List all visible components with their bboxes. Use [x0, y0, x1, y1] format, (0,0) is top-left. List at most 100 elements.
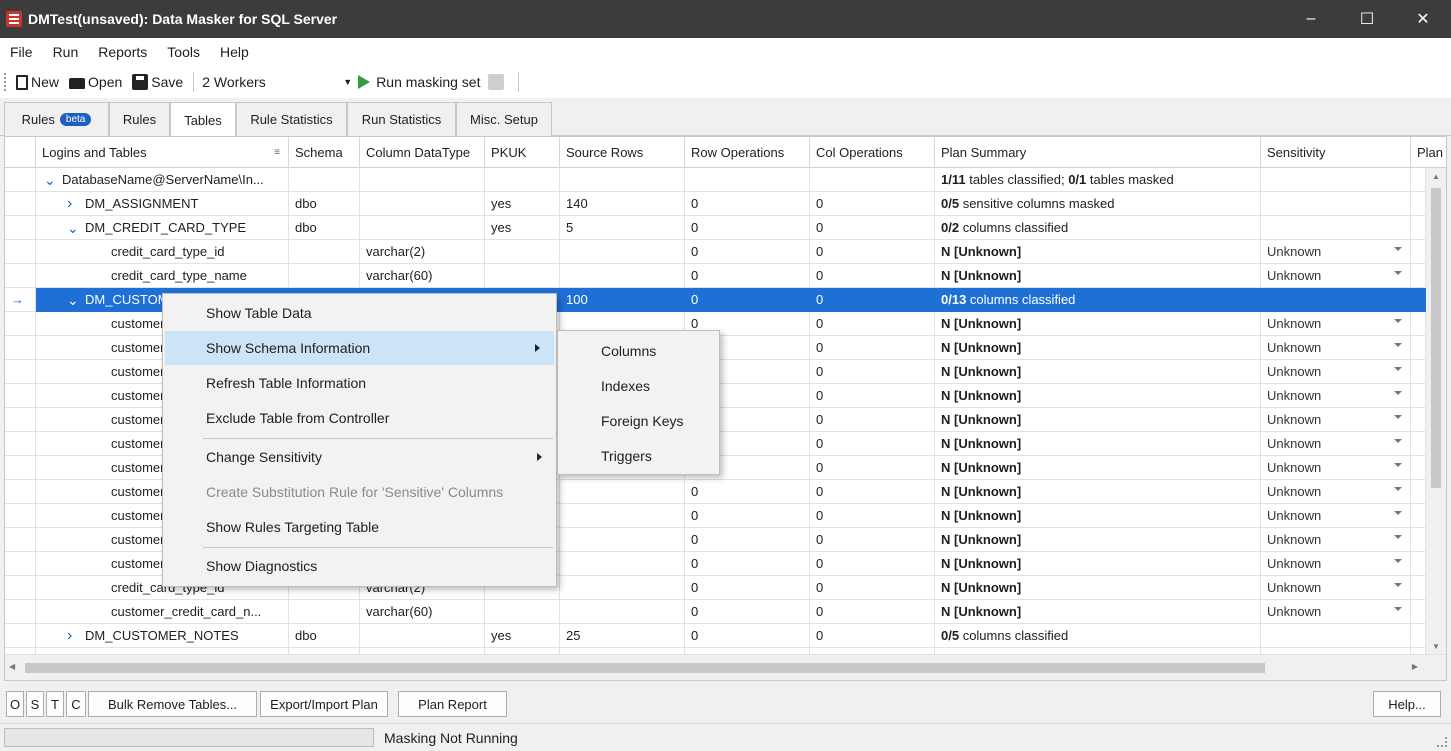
o-button[interactable]: O	[6, 691, 24, 717]
collapse-chevron-icon[interactable]: ⌄	[44, 173, 56, 187]
table-row[interactable]: credit_card_type_id varchar(2) 0 0 N [Unknow…	[5, 240, 1426, 264]
cell-sensitivity[interactable]: Unknown	[1261, 384, 1411, 408]
table-row[interactable]: › DM_CUSTOMER_NOTES dbo yes 25 0 0 0/5 columns …	[5, 624, 1426, 648]
table-row[interactable]: › DM_ASSIGNMENT dbo yes 140 0 0 0/5 sensitive c…	[5, 192, 1426, 216]
tab-misc-setup[interactable]: Misc. Setup	[456, 102, 552, 136]
menu-item-refresh-table-information[interactable]: Refresh Table Information	[163, 366, 556, 400]
header-column-datatype[interactable]: Column DataType	[360, 137, 485, 168]
resize-grip-icon[interactable]	[1437, 737, 1447, 747]
menu-item-show-rules-targeting-table[interactable]: Show Rules Targeting Table	[163, 510, 556, 544]
stop-icon[interactable]	[488, 74, 505, 90]
maximize-button[interactable]: ☐	[1339, 0, 1395, 38]
expand-chevron-icon[interactable]: ›	[67, 195, 77, 211]
collapse-chevron-icon[interactable]: ⌄	[67, 293, 79, 307]
submenu-item-columns[interactable]: Columns	[558, 333, 719, 368]
collapse-chevron-icon[interactable]: ⌄	[67, 221, 79, 235]
cell-sensitivity[interactable]: Unknown	[1261, 312, 1411, 336]
cell-sensitivity[interactable]: Unknown	[1261, 360, 1411, 384]
tab-tables[interactable]: Tables	[170, 102, 236, 137]
menu-item-show-schema-information[interactable]: Show Schema Information	[165, 331, 554, 365]
scroll-down-icon[interactable]: ▼	[1432, 642, 1440, 651]
vertical-scrollbar[interactable]: ▲ ▼	[1426, 168, 1446, 655]
chevron-down-icon[interactable]	[1394, 535, 1402, 539]
toolbar-grip[interactable]	[4, 73, 8, 91]
chevron-down-icon[interactable]	[1394, 271, 1402, 275]
header-pkuk[interactable]: PKUK	[485, 137, 560, 168]
chevron-down-icon[interactable]	[1394, 247, 1402, 251]
chevron-down-icon[interactable]	[1394, 343, 1402, 347]
vertical-scroll-thumb[interactable]	[1431, 188, 1441, 488]
table-row[interactable]: ⌄ DM_CREDIT_CARD_TYPE dbo yes 5 0 0 0/2 columns…	[5, 216, 1426, 240]
scroll-left-icon[interactable]: ◀	[9, 662, 15, 671]
chevron-down-icon[interactable]	[1394, 319, 1402, 323]
cell-sensitivity[interactable]: Unknown	[1261, 432, 1411, 456]
table-row[interactable]: customer_credit_card_n... varchar(60) 0 0 N …	[5, 600, 1426, 624]
cell-sensitivity[interactable]: Unknown	[1261, 408, 1411, 432]
table-row[interactable]: ⌄ DatabaseName@ServerName\In... 1/11 table…	[5, 168, 1426, 192]
cell-sensitivity[interactable]: Unknown	[1261, 552, 1411, 576]
tab-rule-statistics[interactable]: Rule Statistics	[236, 102, 347, 136]
header-source-rows[interactable]: Source Rows	[560, 137, 685, 168]
cell-sensitivity[interactable]: Unknown	[1261, 504, 1411, 528]
chevron-down-icon[interactable]	[1394, 559, 1402, 563]
export-import-plan-button[interactable]: Export/Import Plan	[260, 691, 388, 717]
chevron-down-icon[interactable]	[1394, 607, 1402, 611]
cell-sensitivity[interactable]: Unknown	[1261, 336, 1411, 360]
chevron-down-icon[interactable]	[1394, 367, 1402, 371]
tab-rules-beta[interactable]: Rules beta	[4, 102, 109, 136]
menu-reports[interactable]: Reports	[98, 44, 147, 60]
table-row[interactable]: credit_card_type_name varchar(60) 0 0 N [Unk…	[5, 264, 1426, 288]
menu-item-exclude-table[interactable]: Exclude Table from Controller	[163, 401, 556, 435]
submenu-item-indexes[interactable]: Indexes	[558, 368, 719, 403]
save-button[interactable]: Save	[132, 74, 183, 90]
cell-sensitivity[interactable]: Unknown	[1261, 480, 1411, 504]
tab-run-statistics[interactable]: Run Statistics	[347, 102, 456, 136]
cell-sensitivity[interactable]: Unknown	[1261, 240, 1411, 264]
header-schema[interactable]: Schema	[289, 137, 360, 168]
filter-icon[interactable]: ≡	[274, 147, 280, 158]
menu-item-show-table-data[interactable]: Show Table Data	[163, 296, 556, 330]
chevron-down-icon[interactable]	[1394, 511, 1402, 515]
menu-run[interactable]: Run	[53, 44, 79, 60]
chevron-down-icon[interactable]	[1394, 463, 1402, 467]
cell-sensitivity[interactable]: Unknown	[1261, 528, 1411, 552]
header-plan[interactable]: Plan	[1411, 137, 1446, 168]
header-row-operations[interactable]: Row Operations	[685, 137, 810, 168]
chevron-down-icon[interactable]	[1394, 415, 1402, 419]
cell-sensitivity[interactable]: Unknown	[1261, 576, 1411, 600]
plan-report-button[interactable]: Plan Report	[398, 691, 507, 717]
submenu-item-foreign-keys[interactable]: Foreign Keys	[558, 403, 719, 438]
menu-item-change-sensitivity[interactable]: Change Sensitivity	[163, 440, 556, 474]
header-plan-summary[interactable]: Plan Summary	[935, 137, 1261, 168]
minimize-button[interactable]: –	[1283, 0, 1339, 38]
menu-file[interactable]: File	[10, 44, 33, 60]
bulk-remove-tables-button[interactable]: Bulk Remove Tables...	[88, 691, 257, 717]
chevron-down-icon[interactable]	[1394, 391, 1402, 395]
menu-tools[interactable]: Tools	[167, 44, 200, 60]
header-sensitivity[interactable]: Sensitivity	[1261, 137, 1411, 168]
chevron-down-icon[interactable]	[1394, 487, 1402, 491]
open-button[interactable]: Open	[69, 74, 122, 90]
menu-help[interactable]: Help	[220, 44, 249, 60]
header-col-operations[interactable]: Col Operations	[810, 137, 935, 168]
close-button[interactable]: ✕	[1395, 0, 1451, 38]
workers-dropdown[interactable]: 2 Workers ▼	[202, 74, 352, 90]
header-logins-and-tables[interactable]: Logins and Tables ≡	[36, 137, 289, 168]
cell-sensitivity[interactable]: Unknown	[1261, 264, 1411, 288]
chevron-down-icon[interactable]	[1394, 439, 1402, 443]
t-button[interactable]: T	[46, 691, 64, 717]
c-button[interactable]: C	[66, 691, 86, 717]
submenu-item-triggers[interactable]: Triggers	[558, 438, 719, 473]
s-button[interactable]: S	[26, 691, 44, 717]
scroll-right-icon[interactable]: ▶	[1412, 662, 1418, 671]
scroll-up-icon[interactable]: ▲	[1432, 172, 1440, 181]
run-masking-set-button[interactable]: Run masking set	[358, 74, 505, 90]
horizontal-scroll-thumb[interactable]	[25, 663, 1265, 673]
new-button[interactable]: New	[16, 74, 59, 90]
help-button[interactable]: Help...	[1373, 691, 1441, 717]
expand-chevron-icon[interactable]: ›	[67, 627, 77, 643]
chevron-down-icon[interactable]	[1394, 583, 1402, 587]
horizontal-scrollbar[interactable]: ◀ ▶	[5, 654, 1446, 680]
tab-rules[interactable]: Rules	[109, 102, 170, 136]
cell-sensitivity[interactable]: Unknown	[1261, 600, 1411, 624]
